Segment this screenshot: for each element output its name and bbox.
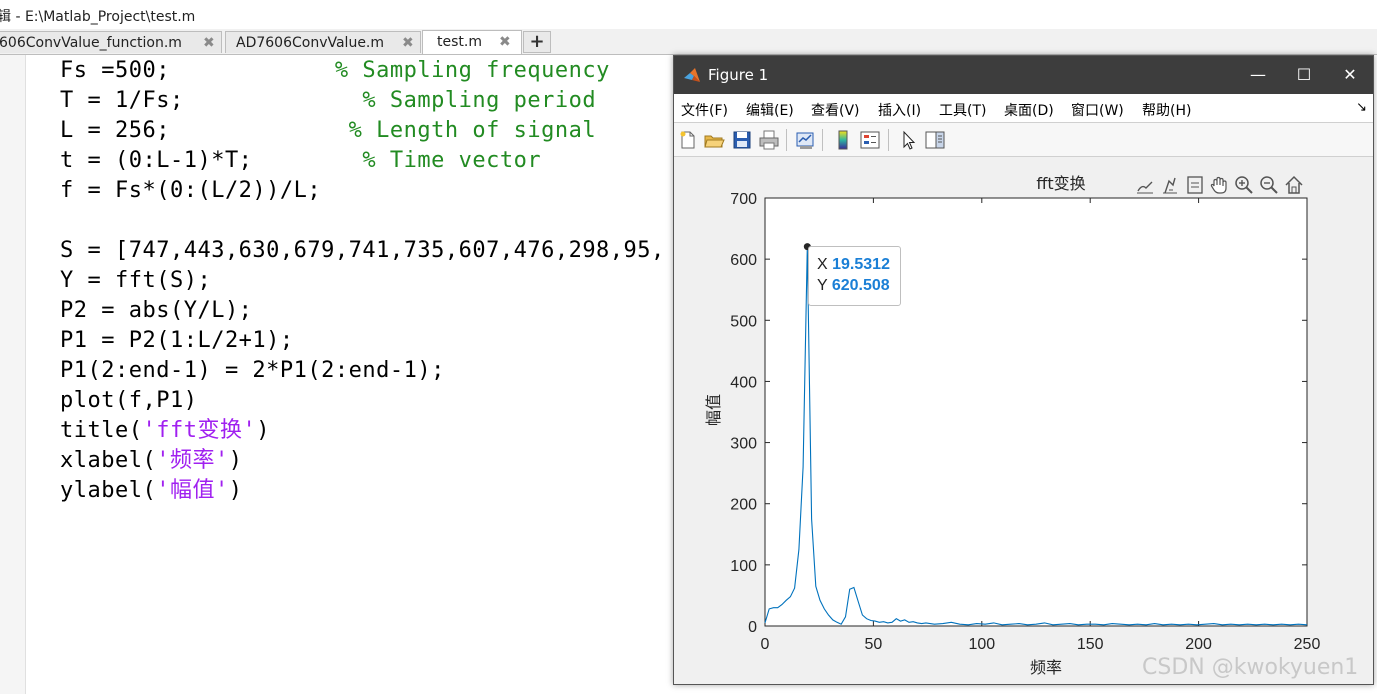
datatip-y-row: Y 620.508 <box>817 277 890 294</box>
menu-dock-icon[interactable]: ↘ <box>1356 100 1367 115</box>
menu-edit[interactable]: 编辑(E) <box>746 100 794 120</box>
y-tick-label: 100 <box>730 558 757 575</box>
y-tick-label: 500 <box>730 313 757 330</box>
property-editor-icon[interactable] <box>924 129 946 151</box>
editor-tab-bar: 606ConvValue_function.m ✖ AD7606ConvValu… <box>0 29 1377 55</box>
figure-title-bar[interactable]: Figure 1 — ☐ ✕ <box>674 56 1373 94</box>
pan-icon[interactable] <box>1208 174 1230 196</box>
y-tick-label: 600 <box>730 252 757 269</box>
menu-file[interactable]: 文件(F) <box>681 100 728 120</box>
export-icon[interactable] <box>1184 174 1206 196</box>
y-tick-label: 700 <box>730 191 757 208</box>
print-icon[interactable] <box>758 129 780 151</box>
link-plot-icon[interactable] <box>794 129 816 151</box>
toolbar-separator <box>888 129 889 151</box>
menu-window[interactable]: 窗口(W) <box>1071 100 1124 120</box>
maximize-button[interactable]: ☐ <box>1281 56 1327 94</box>
tab-convvalue-function[interactable]: 606ConvValue_function.m ✖ <box>0 31 222 53</box>
save-icon[interactable] <box>731 129 753 151</box>
code-line: ​ <box>60 206 665 236</box>
x-tick-label: 200 <box>1185 636 1212 653</box>
menu-view[interactable]: 查看(V) <box>811 100 860 120</box>
tab-label: AD7606ConvValue.m <box>236 35 385 51</box>
toolbar-separator <box>822 129 823 151</box>
code-line: P1 = P2(1:L/2+1); <box>60 328 294 353</box>
x-tick-label: 100 <box>968 636 995 653</box>
code-content[interactable]: Fs =500; % Sampling frequency T = 1/Fs; %… <box>60 56 665 506</box>
plot-area[interactable]: 0 50 100 150 200 250 0 100 200 300 400 500 600 700 fft… <box>674 157 1373 684</box>
colorbar-icon[interactable] <box>832 129 854 151</box>
figure-toolbar <box>674 123 1373 157</box>
y-tick-label: 200 <box>730 497 757 514</box>
code-line: T = 1/Fs; % Sampling period <box>60 88 597 113</box>
watermark: CSDN @kwokyuen1 <box>1142 655 1359 680</box>
chart-title: fft变换 <box>1036 174 1085 193</box>
x-tick-label: 0 <box>761 636 770 653</box>
code-line: P1(2:end-1) = 2*P1(2:end-1); <box>60 358 445 383</box>
datatip-x-value: 19.5312 <box>832 256 890 273</box>
minimize-button[interactable]: — <box>1235 56 1281 94</box>
y-tick-label: 300 <box>730 436 757 453</box>
legend-icon[interactable] <box>859 129 881 151</box>
menu-tools[interactable]: 工具(T) <box>939 100 986 120</box>
new-figure-icon[interactable] <box>677 129 699 151</box>
menu-help[interactable]: 帮助(H) <box>1142 100 1191 120</box>
menu-insert[interactable]: 插入(I) <box>878 100 921 120</box>
code-string: '频率' <box>156 448 229 473</box>
brush-icon[interactable] <box>1134 174 1156 196</box>
x-axis-label: 频率 <box>1030 658 1062 677</box>
tab-label: test.m <box>437 34 482 50</box>
code-line: S = [747,443,630,679,741,735,607,476,298… <box>60 238 665 263</box>
code-line: plot(f,P1) <box>60 388 198 413</box>
editor-title-bar: 辑 - E:\Matlab_Project\test.m <box>0 0 1377 30</box>
code-comment: % Time vector <box>362 148 542 173</box>
y-tick-label: 400 <box>730 374 757 391</box>
code-string: '幅值' <box>156 478 229 503</box>
y-axis-label: 幅值 <box>704 394 723 426</box>
close-tab-icon[interactable]: ✖ <box>203 35 215 51</box>
matlab-logo-icon <box>684 68 700 82</box>
code-line: ylabel('幅值') <box>60 478 243 503</box>
editor-gutter <box>0 55 26 694</box>
y-tick-label: 0 <box>748 619 757 636</box>
figure-window[interactable]: Figure 1 — ☐ ✕ 文件(F) 编辑(E) 查看(V) 插入(I) 工… <box>673 55 1374 685</box>
code-line: Y = fft(S); <box>60 268 212 293</box>
x-tick-label: 50 <box>865 636 883 653</box>
close-tab-icon[interactable]: ✖ <box>402 35 414 51</box>
close-tab-icon[interactable]: ✖ <box>499 34 511 50</box>
data-tips-icon[interactable] <box>1159 174 1181 196</box>
code-line: xlabel('频率') <box>60 448 243 473</box>
toolbar-separator <box>786 129 787 151</box>
code-comment: % Sampling period <box>362 88 597 113</box>
tab-label: 606ConvValue_function.m <box>0 35 182 51</box>
close-button[interactable]: ✕ <box>1327 56 1373 94</box>
code-line: f = Fs*(0:(L/2))/L; <box>60 178 322 203</box>
code-line: P2 = abs(Y/L); <box>60 298 253 323</box>
zoom-out-icon[interactable] <box>1258 174 1280 196</box>
window-title: 辑 - E:\Matlab_Project\test.m <box>0 9 196 25</box>
fft-chart[interactable]: 0 50 100 150 200 250 0 100 200 300 400 500 600 700 fft… <box>674 157 1373 684</box>
code-line: t = (0:L-1)*T; % Time vector <box>60 148 542 173</box>
x-tick-label: 250 <box>1294 636 1321 653</box>
code-string: 'fft变换' <box>142 418 257 443</box>
home-icon[interactable] <box>1283 174 1305 196</box>
pointer-icon[interactable] <box>897 129 919 151</box>
x-tick-label: 150 <box>1077 636 1104 653</box>
datatip[interactable]: X 19.5312 Y 620.508 <box>808 246 901 306</box>
open-folder-icon[interactable] <box>703 129 725 151</box>
zoom-in-icon[interactable] <box>1233 174 1255 196</box>
code-comment: % Length of signal <box>348 118 597 143</box>
figure-menu-bar: 文件(F) 编辑(E) 查看(V) 插入(I) 工具(T) 桌面(D) 窗口(W… <box>674 94 1373 123</box>
tab-test-m[interactable]: test.m ✖ <box>422 30 522 54</box>
add-tab-button[interactable]: + <box>523 31 551 53</box>
code-comment: % Sampling frequency <box>334 58 610 83</box>
code-line: Fs =500; % Sampling frequency <box>60 58 610 83</box>
tab-ad7606convvalue[interactable]: AD7606ConvValue.m ✖ <box>225 31 421 53</box>
datatip-y-value: 620.508 <box>831 277 890 294</box>
datatip-x-row: X 19.5312 <box>817 256 890 273</box>
code-line: title('fft变换') <box>60 418 270 443</box>
code-line: L = 256; % Length of signal <box>60 118 597 143</box>
figure-title: Figure 1 <box>708 66 769 84</box>
menu-desktop[interactable]: 桌面(D) <box>1004 100 1054 120</box>
